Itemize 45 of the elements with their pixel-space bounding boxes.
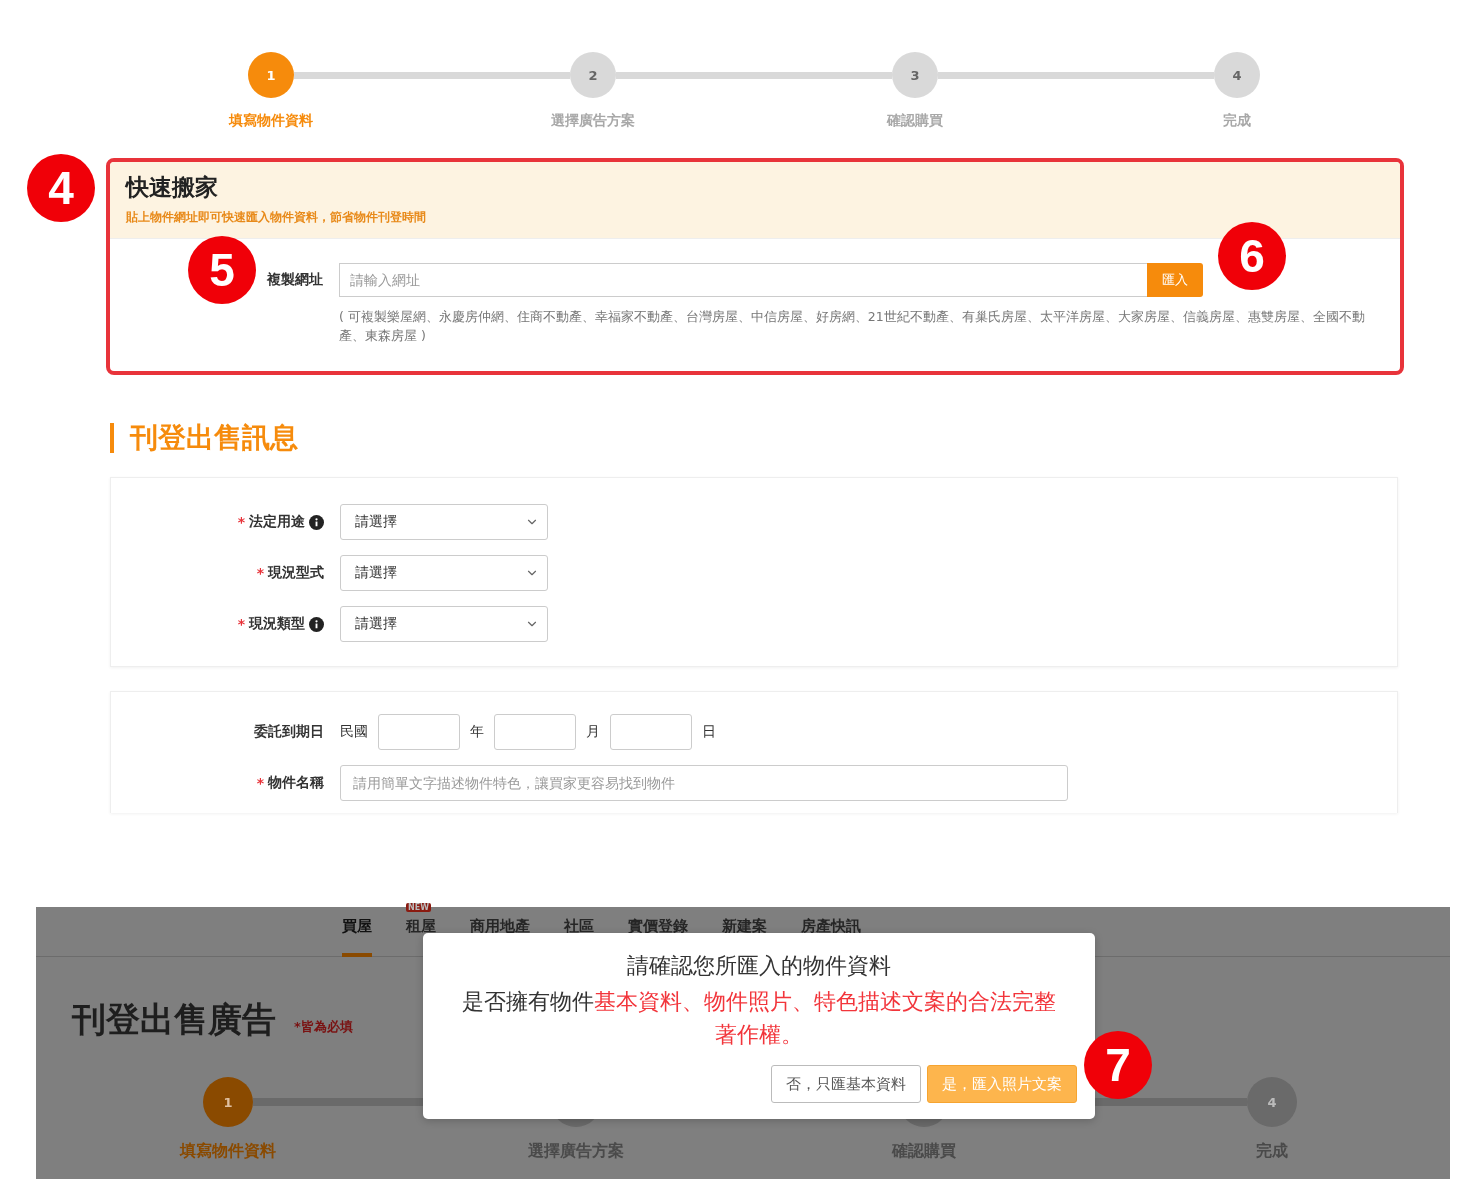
era-label: 民國 — [340, 723, 368, 741]
panel-title: 快速搬家 — [126, 173, 219, 202]
callout-number: 5 — [188, 236, 256, 304]
required-mark: * — [256, 565, 264, 581]
step-label: 選擇廣告方案 — [551, 112, 635, 130]
step-label: 確認購買 — [887, 112, 943, 130]
required-note: *皆為必填 — [294, 1018, 353, 1036]
callout-number: 6 — [1218, 222, 1286, 290]
field-label: 現況類型 — [249, 615, 305, 633]
field-label: 法定用途 — [249, 513, 305, 531]
required-mark: * — [256, 775, 264, 791]
url-input[interactable]: 請輸入網址 — [339, 263, 1147, 297]
step-label: 填寫物件資料 — [229, 112, 313, 130]
step-circle: 4 — [1214, 52, 1260, 98]
step-circle: 1 — [248, 52, 294, 98]
callout-number: 4 — [27, 154, 95, 222]
step-circle: 3 — [892, 52, 938, 98]
select-field[interactable]: 請選擇 — [340, 606, 548, 642]
section-title: 刊登出售訊息 — [110, 423, 1478, 453]
date-unit: 月 — [586, 723, 600, 741]
title-input[interactable]: 請用簡單文字描述物件特色，讓買家更容易找到物件 — [340, 765, 1068, 801]
panel-subtitle: 貼上物件網址即可快速匯入物件資料，節省物件刊登時間 — [126, 209, 427, 226]
field-label: 物件名稱 — [268, 774, 324, 792]
page-title: 刊登出售廣告 — [72, 998, 276, 1041]
select-field[interactable]: 請選擇 — [340, 504, 548, 540]
step-circle: 2 — [570, 52, 616, 98]
supported-sites-note: ( 可複製樂屋網、永慶房仲網、住商不動產、幸福家不動產、台灣房屋、中信房屋、好房網、21世紀不動產、有巢氏房屋、太平洋房屋、大家房屋、信義房屋、惠雙房屋、全國不動產、東森房屋 ) — [339, 308, 1366, 345]
import-button[interactable]: 匯入 — [1147, 263, 1203, 297]
dialog-question: 是否擁有物件基本資料、物件照片、特色描述文案的合法完整著作權。 — [461, 988, 1057, 1049]
date-unit: 日 — [702, 723, 716, 741]
field-label: 現況型式 — [268, 564, 324, 582]
required-mark: * — [237, 616, 245, 632]
step-label: 填寫物件資料 — [180, 1141, 276, 1162]
new-badge: NEW — [406, 903, 431, 912]
field-label: 委託到期日 — [254, 723, 324, 741]
date-unit: 年 — [470, 723, 484, 741]
nav-tab[interactable]: 買屋 — [342, 907, 372, 957]
required-mark: * — [237, 514, 245, 530]
step-circle: 4 — [1247, 1077, 1297, 1127]
step-circle: 1 — [203, 1077, 253, 1127]
select-field[interactable]: 請選擇 — [340, 555, 548, 591]
dialog-button[interactable]: 否，只匯基本資料 — [771, 1065, 921, 1103]
dialog-heading: 請確認您所匯入的物件資料 — [627, 952, 891, 980]
step-label: 完成 — [1223, 112, 1251, 130]
field-label: 複製網址 — [267, 271, 323, 289]
